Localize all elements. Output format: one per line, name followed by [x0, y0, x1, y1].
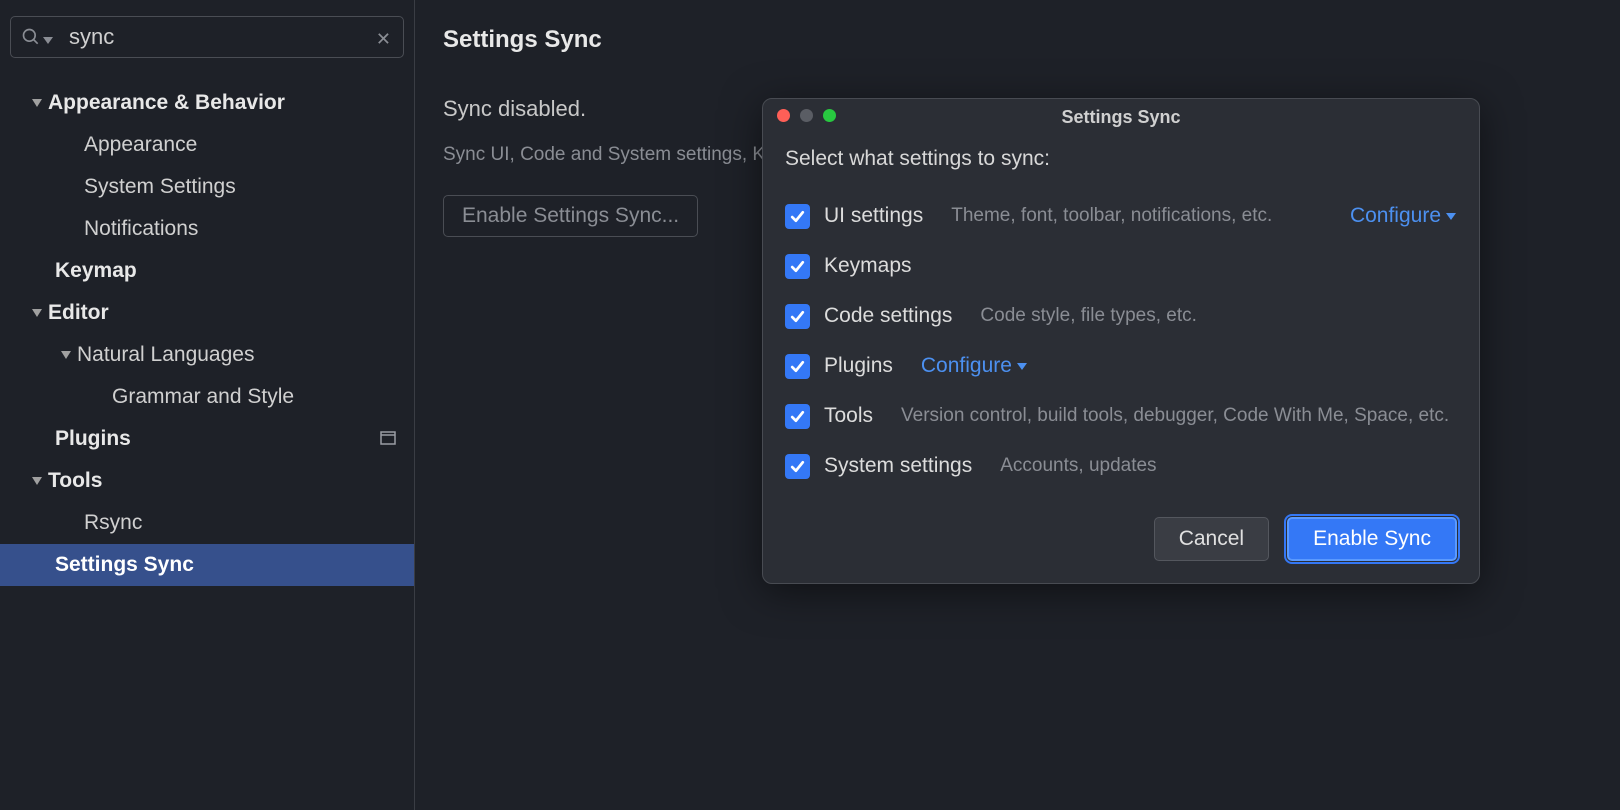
sidebar-item-rsync[interactable]: Rsync — [0, 502, 414, 544]
checkbox[interactable] — [785, 454, 810, 479]
dialog-titlebar: Settings Sync — [763, 99, 1479, 135]
sync-option-code-settings: Code settings Code style, file types, etc… — [785, 291, 1457, 341]
checkbox[interactable] — [785, 304, 810, 329]
settings-sidebar: ✕ Appearance & Behavior Appearance System … — [0, 0, 415, 810]
sidebar-item-label: Settings Sync — [55, 553, 414, 577]
sync-option-ui-settings: UI settings Theme, font, toolbar, notific… — [785, 191, 1457, 241]
chevron-down-icon — [26, 308, 48, 318]
sidebar-item-label: Plugins — [55, 427, 380, 451]
sidebar-item-natural-languages[interactable]: Natural Languages — [0, 334, 414, 376]
option-label: Tools — [824, 404, 873, 428]
sidebar-item-label: System Settings — [84, 175, 414, 199]
settings-sync-dialog: Settings Sync Select what settings to sy… — [762, 98, 1480, 584]
chevron-down-icon — [55, 350, 77, 360]
configure-link[interactable]: Configure — [921, 354, 1028, 378]
cancel-button[interactable]: Cancel — [1154, 517, 1269, 561]
chevron-down-icon — [26, 98, 48, 108]
chevron-down-icon — [43, 32, 53, 50]
settings-tree: Appearance & Behavior Appearance System Se… — [0, 70, 414, 586]
sync-option-plugins: Plugins Configure — [785, 341, 1457, 391]
page-title: Settings Sync — [443, 26, 1592, 54]
zoom-icon[interactable] — [823, 109, 836, 122]
sidebar-item-label: Natural Languages — [77, 343, 414, 367]
window-controls — [777, 109, 836, 122]
dialog-body: Select what settings to sync: UI setting… — [763, 135, 1479, 499]
sidebar-item-label: Appearance — [84, 133, 414, 157]
sync-option-system-settings: System settings Accounts, updates — [785, 441, 1457, 491]
sidebar-item-label: Notifications — [84, 217, 414, 241]
option-hint: Accounts, updates — [1000, 455, 1156, 477]
sync-option-keymaps: Keymaps — [785, 241, 1457, 291]
sidebar-item-tools[interactable]: Tools — [0, 460, 414, 502]
dialog-buttons: Cancel Enable Sync — [763, 499, 1479, 583]
checkbox[interactable] — [785, 204, 810, 229]
option-hint: Version control, build tools, debugger, … — [901, 405, 1449, 427]
checkbox[interactable] — [785, 254, 810, 279]
enable-settings-sync-button[interactable]: Enable Settings Sync... — [443, 195, 698, 237]
minimize-icon[interactable] — [800, 109, 813, 122]
sidebar-item-keymap[interactable]: Keymap — [0, 250, 414, 292]
sidebar-item-editor[interactable]: Editor — [0, 292, 414, 334]
option-label: Code settings — [824, 304, 952, 328]
search-box[interactable]: ✕ — [10, 16, 404, 58]
option-hint: Theme, font, toolbar, notifications, etc… — [951, 205, 1272, 227]
option-label: UI settings — [824, 204, 923, 228]
option-label: System settings — [824, 454, 972, 478]
checkbox[interactable] — [785, 354, 810, 379]
checkbox[interactable] — [785, 404, 810, 429]
search-input[interactable] — [11, 17, 403, 57]
sidebar-item-system-settings[interactable]: System Settings — [0, 166, 414, 208]
option-label: Keymaps — [824, 254, 912, 278]
option-label: Plugins — [824, 354, 893, 378]
option-hint: Code style, file types, etc. — [980, 305, 1197, 327]
clear-icon[interactable]: ✕ — [376, 29, 391, 50]
dialog-heading: Select what settings to sync: — [785, 147, 1457, 171]
sidebar-item-notifications[interactable]: Notifications — [0, 208, 414, 250]
sidebar-item-label: Grammar and Style — [112, 385, 414, 409]
configure-link[interactable]: Configure — [1350, 204, 1457, 228]
sidebar-item-label: Tools — [48, 469, 414, 493]
sidebar-item-plugins[interactable]: Plugins — [0, 418, 414, 460]
close-icon[interactable] — [777, 109, 790, 122]
search-wrap: ✕ — [0, 0, 414, 70]
sidebar-item-label: Rsync — [84, 511, 414, 535]
sidebar-item-label: Editor — [48, 301, 414, 325]
sidebar-item-appearance-behavior[interactable]: Appearance & Behavior — [0, 82, 414, 124]
enable-sync-button[interactable]: Enable Sync — [1287, 517, 1457, 561]
sidebar-item-label: Keymap — [55, 259, 414, 283]
sync-option-tools: Tools Version control, build tools, debug… — [785, 391, 1457, 441]
search-icon — [21, 27, 41, 47]
window-icon — [380, 427, 396, 451]
sidebar-item-label: Appearance & Behavior — [48, 91, 414, 115]
sidebar-item-settings-sync[interactable]: Settings Sync — [0, 544, 414, 586]
sidebar-item-appearance[interactable]: Appearance — [0, 124, 414, 166]
sidebar-item-grammar-and-style[interactable]: Grammar and Style — [0, 376, 414, 418]
dialog-title: Settings Sync — [1061, 107, 1180, 128]
chevron-down-icon — [26, 476, 48, 486]
